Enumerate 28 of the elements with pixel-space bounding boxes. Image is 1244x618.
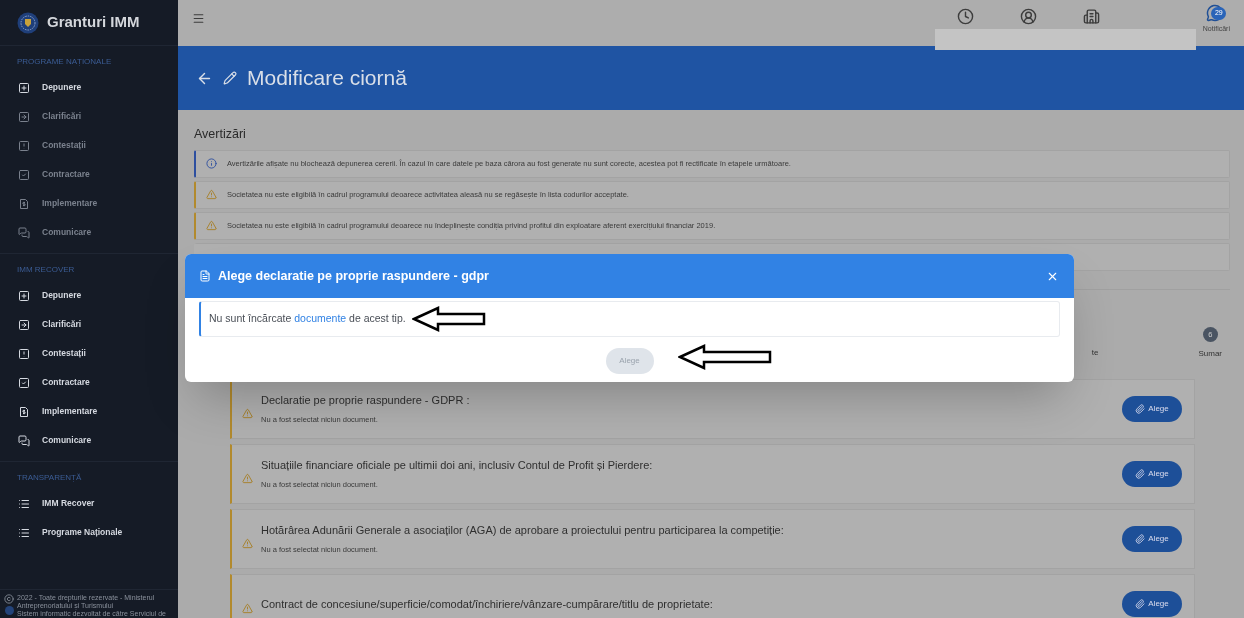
- sidebar-item[interactable]: Programe Naționale: [0, 518, 178, 547]
- documents-link[interactable]: documente: [294, 312, 347, 325]
- empty-message: Nu sunt încărcate documente de acest tip.: [209, 311, 406, 327]
- sidebar-item[interactable]: Contestații: [0, 339, 178, 368]
- sidebar-item[interactable]: Depunere: [0, 281, 178, 310]
- step-label: te: [1091, 346, 1099, 359]
- section-heading: TRANSPARENȚĂ: [16, 472, 83, 484]
- sidebar-item[interactable]: IMM Recover: [0, 489, 178, 518]
- modal-title: Alege declaratie pe proprie raspundere - gdpr: [218, 267, 489, 285]
- warnings-heading: Avertizări: [194, 126, 247, 143]
- section-heading: PROGRAME NAȚIONALE: [16, 56, 113, 68]
- app-title: Granturi IMM: [47, 12, 140, 33]
- document-title: Declaratie pe proprie raspundere - GDPR :: [261, 392, 470, 408]
- document-title: Hotărârea Adunării Generale a asociaților (AGA) de aprobare a proiectului pentru participarea la competiție:: [261, 522, 784, 538]
- document-title: Contract de concesiune/superficie/comodat/închiriere/vânzare-cumpărare/titlu de proprietate:: [261, 596, 713, 612]
- sidebar-item[interactable]: Implementare: [0, 397, 178, 426]
- sidebar-item[interactable]: Depunere: [0, 73, 178, 102]
- sidebar-item[interactable]: Clarificări: [0, 310, 178, 339]
- page-title: Modificare ciornă: [247, 65, 407, 92]
- choose-button[interactable]: Alege: [1122, 525, 1182, 552]
- step-label: Sumar: [1198, 347, 1222, 360]
- choose-button[interactable]: Alege: [1122, 590, 1182, 617]
- choose-button[interactable]: Alege: [1122, 460, 1182, 487]
- section-heading: IMM RECOVER: [16, 264, 76, 276]
- sidebar-item[interactable]: Comunicare: [0, 426, 178, 455]
- sidebar-item[interactable]: Contractare: [0, 368, 178, 397]
- document-title: Situațiile financiare oficiale pe ultimii doi ani, inclusiv Contul de Profit și Pierdere:: [261, 457, 653, 473]
- choose-button[interactable]: Alege: [1122, 395, 1182, 422]
